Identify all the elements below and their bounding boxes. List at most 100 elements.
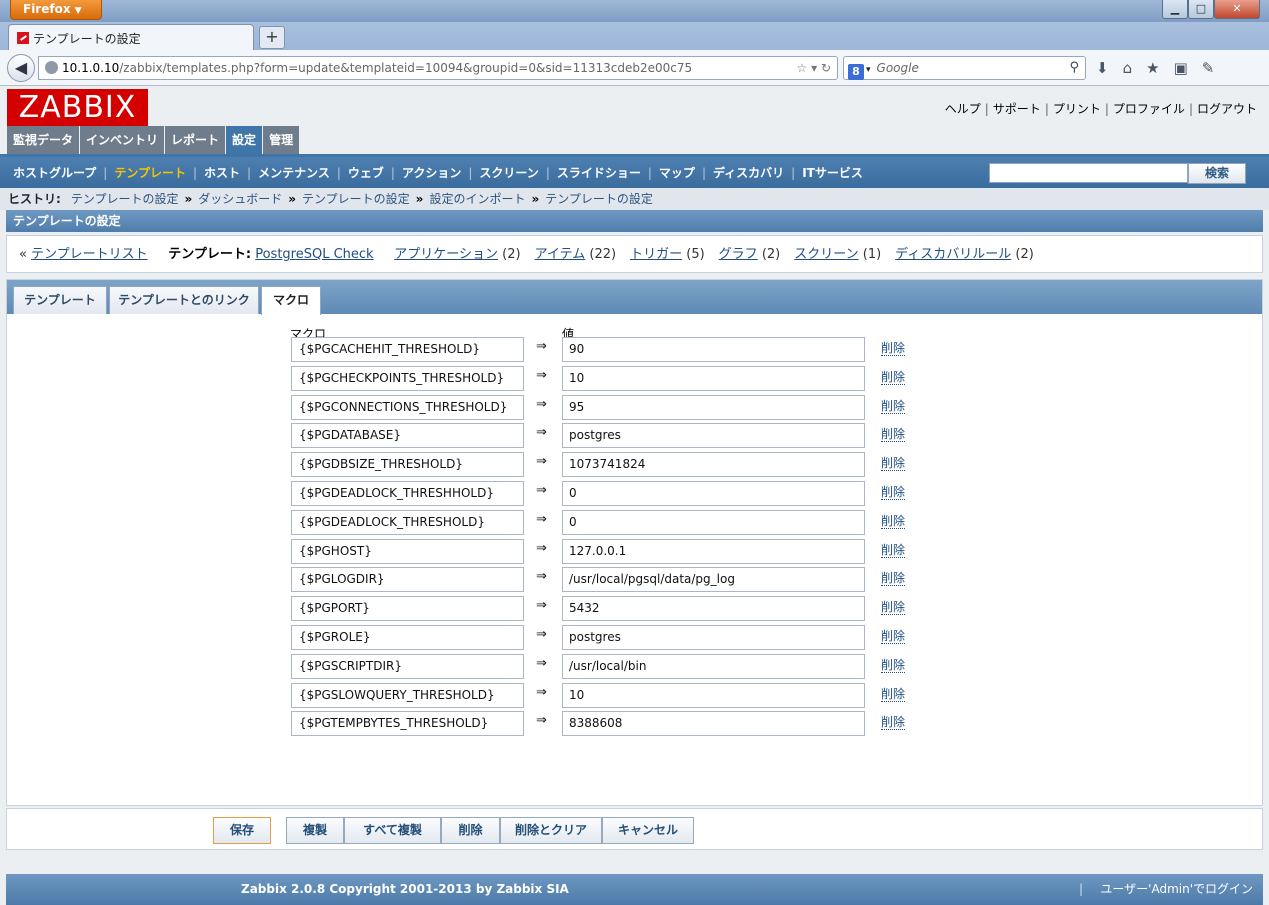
macro-name-input[interactable]: {$PGPORT} bbox=[291, 596, 524, 621]
discovery-rules-link[interactable]: ディスカバリルール bbox=[895, 247, 1011, 262]
full-clone-button[interactable]: すべて複製 bbox=[344, 817, 441, 844]
applications-link[interactable]: アプリケーション bbox=[394, 247, 498, 262]
addon-icon[interactable]: ▣ bbox=[1174, 59, 1202, 77]
search-bar[interactable]: 8 ▾ Google ⚲ bbox=[843, 56, 1086, 80]
delete-macro-link[interactable]: 削除 bbox=[881, 629, 906, 644]
macro-name-input[interactable]: {$PGDEADLOCK_THRESHHOLD} bbox=[291, 481, 524, 506]
macro-name-input[interactable]: {$PGROLE} bbox=[291, 625, 524, 650]
history-item[interactable]: テンプレートの設定 bbox=[545, 192, 653, 206]
macro-value-input[interactable]: 5432 bbox=[562, 596, 865, 621]
delete-macro-link[interactable]: 削除 bbox=[881, 370, 906, 385]
macro-value-input[interactable]: 95 bbox=[562, 395, 865, 420]
submenu-slideshows[interactable]: スライドショー bbox=[557, 166, 641, 180]
macro-name-input[interactable]: {$PGDBSIZE_THRESHOLD} bbox=[291, 452, 524, 477]
macro-value-input[interactable]: 1073741824 bbox=[562, 452, 865, 477]
delete-macro-link[interactable]: 削除 bbox=[881, 427, 906, 442]
submenu-web[interactable]: ウェブ bbox=[348, 166, 384, 180]
submenu-discovery[interactable]: ディスカバリ bbox=[713, 166, 784, 180]
macro-value-input[interactable]: 8388608 bbox=[562, 711, 865, 736]
macro-name-input[interactable]: {$PGDEADLOCK_THRESHOLD} bbox=[291, 510, 524, 535]
macro-name-input[interactable]: {$PGSCRIPTDIR} bbox=[291, 654, 524, 679]
macro-value-input[interactable]: 10 bbox=[562, 366, 865, 391]
macro-name-input[interactable]: {$PGCHECKPOINTS_THRESHOLD} bbox=[291, 366, 524, 391]
items-link[interactable]: アイテム bbox=[535, 247, 586, 262]
tab-macros[interactable]: マクロ bbox=[261, 286, 321, 315]
main-menu-monitoring[interactable]: 監視データ bbox=[7, 126, 80, 154]
delete-macro-link[interactable]: 削除 bbox=[881, 485, 906, 500]
firefox-menu-button[interactable]: Firefox ▼ bbox=[10, 0, 102, 20]
search-engine-dropdown-icon[interactable]: ▾ bbox=[866, 65, 871, 75]
macro-name-input[interactable]: {$PGHOST} bbox=[291, 539, 524, 564]
macro-value-input[interactable]: /usr/local/bin bbox=[562, 654, 865, 679]
history-item[interactable]: ダッシュボード bbox=[198, 192, 282, 206]
minimize-button[interactable]: ▁ bbox=[1162, 0, 1188, 19]
macro-value-input[interactable]: 0 bbox=[562, 510, 865, 535]
macro-name-input[interactable]: {$PGSLOWQUERY_THRESHOLD} bbox=[291, 683, 524, 708]
help-link[interactable]: ヘルプ bbox=[945, 102, 981, 116]
search-button[interactable]: 検索 bbox=[1188, 163, 1246, 184]
close-window-button[interactable]: ✕ bbox=[1214, 0, 1260, 19]
submenu-maps[interactable]: マップ bbox=[659, 166, 695, 180]
delete-and-clear-button[interactable]: 削除とクリア bbox=[500, 817, 602, 844]
delete-macro-link[interactable]: 削除 bbox=[881, 399, 906, 414]
macro-name-input[interactable]: {$PGCACHEHIT_THRESHOLD} bbox=[291, 337, 524, 362]
toolbar-icons[interactable]: ⬇⌂★▣✎ bbox=[1096, 59, 1228, 77]
macro-value-input[interactable]: 0 bbox=[562, 481, 865, 506]
delete-macro-link[interactable]: 削除 bbox=[881, 571, 906, 586]
macro-name-input[interactable]: {$PGTEMPBYTES_THRESHOLD} bbox=[291, 711, 524, 736]
submenu-maintenance[interactable]: メンテナンス bbox=[258, 166, 330, 180]
submenu-hosts[interactable]: ホスト bbox=[204, 166, 240, 180]
triggers-link[interactable]: トリガー bbox=[630, 247, 682, 262]
logout-link[interactable]: ログアウト bbox=[1197, 102, 1257, 116]
graphs-link[interactable]: グラフ bbox=[719, 247, 758, 262]
back-button[interactable]: ◀ bbox=[7, 54, 35, 82]
clone-button[interactable]: 複製 bbox=[286, 817, 344, 844]
cancel-button[interactable]: キャンセル bbox=[602, 817, 694, 844]
tab-linked-templates[interactable]: テンプレートとのリンク bbox=[109, 286, 259, 314]
submenu-host-groups[interactable]: ホストグループ bbox=[13, 166, 96, 180]
submenu-templates[interactable]: テンプレート bbox=[114, 166, 186, 180]
template-name-link[interactable]: PostgreSQL Check bbox=[255, 247, 373, 262]
bookmark-star-icon[interactable]: ☆ ▾ ↻ bbox=[797, 57, 831, 79]
delete-macro-link[interactable]: 削除 bbox=[881, 341, 906, 356]
macro-name-input[interactable]: {$PGDATABASE} bbox=[291, 423, 524, 448]
search-input[interactable] bbox=[989, 163, 1188, 183]
extension-icon[interactable]: ✎ bbox=[1202, 59, 1229, 77]
submenu-it-services[interactable]: ITサービス bbox=[802, 166, 863, 180]
macro-value-input[interactable]: 127.0.0.1 bbox=[562, 539, 865, 564]
print-link[interactable]: プリント bbox=[1053, 102, 1101, 116]
delete-macro-link[interactable]: 削除 bbox=[881, 658, 906, 673]
macro-value-input[interactable]: postgres bbox=[562, 625, 865, 650]
maximize-button[interactable]: □ bbox=[1188, 0, 1214, 19]
delete-macro-link[interactable]: 削除 bbox=[881, 543, 906, 558]
delete-macro-link[interactable]: 削除 bbox=[881, 715, 906, 730]
delete-macro-link[interactable]: 削除 bbox=[881, 456, 906, 471]
zabbix-logo[interactable]: ZABBIX bbox=[7, 89, 148, 126]
address-bar[interactable]: 10.1.0.10/zabbix/templates.php?form=upda… bbox=[38, 56, 838, 80]
macro-value-input[interactable]: 90 bbox=[562, 337, 865, 362]
save-button[interactable]: 保存 bbox=[213, 817, 271, 844]
main-menu-administration[interactable]: 管理 bbox=[263, 126, 300, 154]
macro-name-input[interactable]: {$PGCONNECTIONS_THRESHOLD} bbox=[291, 395, 524, 420]
macro-value-input[interactable]: postgres bbox=[562, 423, 865, 448]
main-menu-inventory[interactable]: インベントリ bbox=[80, 126, 165, 154]
submenu-screens[interactable]: スクリーン bbox=[479, 166, 538, 180]
delete-macro-link[interactable]: 削除 bbox=[881, 687, 906, 702]
macro-value-input[interactable]: 10 bbox=[562, 683, 865, 708]
template-list-link[interactable]: テンプレートリスト bbox=[31, 247, 148, 262]
macro-value-input[interactable]: /usr/local/pgsql/data/pg_log bbox=[562, 567, 865, 592]
delete-macro-link[interactable]: 削除 bbox=[881, 600, 906, 615]
screens-link[interactable]: スクリーン bbox=[794, 247, 858, 262]
history-item[interactable]: 設定のインポート bbox=[429, 192, 525, 206]
profile-link[interactable]: プロファイル bbox=[1113, 102, 1185, 116]
browser-tab[interactable]: テンプレートの設定 bbox=[8, 24, 254, 51]
delete-button[interactable]: 削除 bbox=[441, 817, 500, 844]
home-icon[interactable]: ⌂ bbox=[1123, 59, 1147, 77]
bookmarks-icon[interactable]: ★ bbox=[1146, 59, 1173, 77]
history-item[interactable]: テンプレートの設定 bbox=[71, 192, 179, 206]
main-menu-reports[interactable]: レポート bbox=[165, 126, 226, 154]
delete-macro-link[interactable]: 削除 bbox=[881, 514, 906, 529]
support-link[interactable]: サポート bbox=[993, 102, 1041, 116]
history-item[interactable]: テンプレートの設定 bbox=[302, 192, 410, 206]
new-tab-button[interactable]: + bbox=[259, 26, 285, 49]
